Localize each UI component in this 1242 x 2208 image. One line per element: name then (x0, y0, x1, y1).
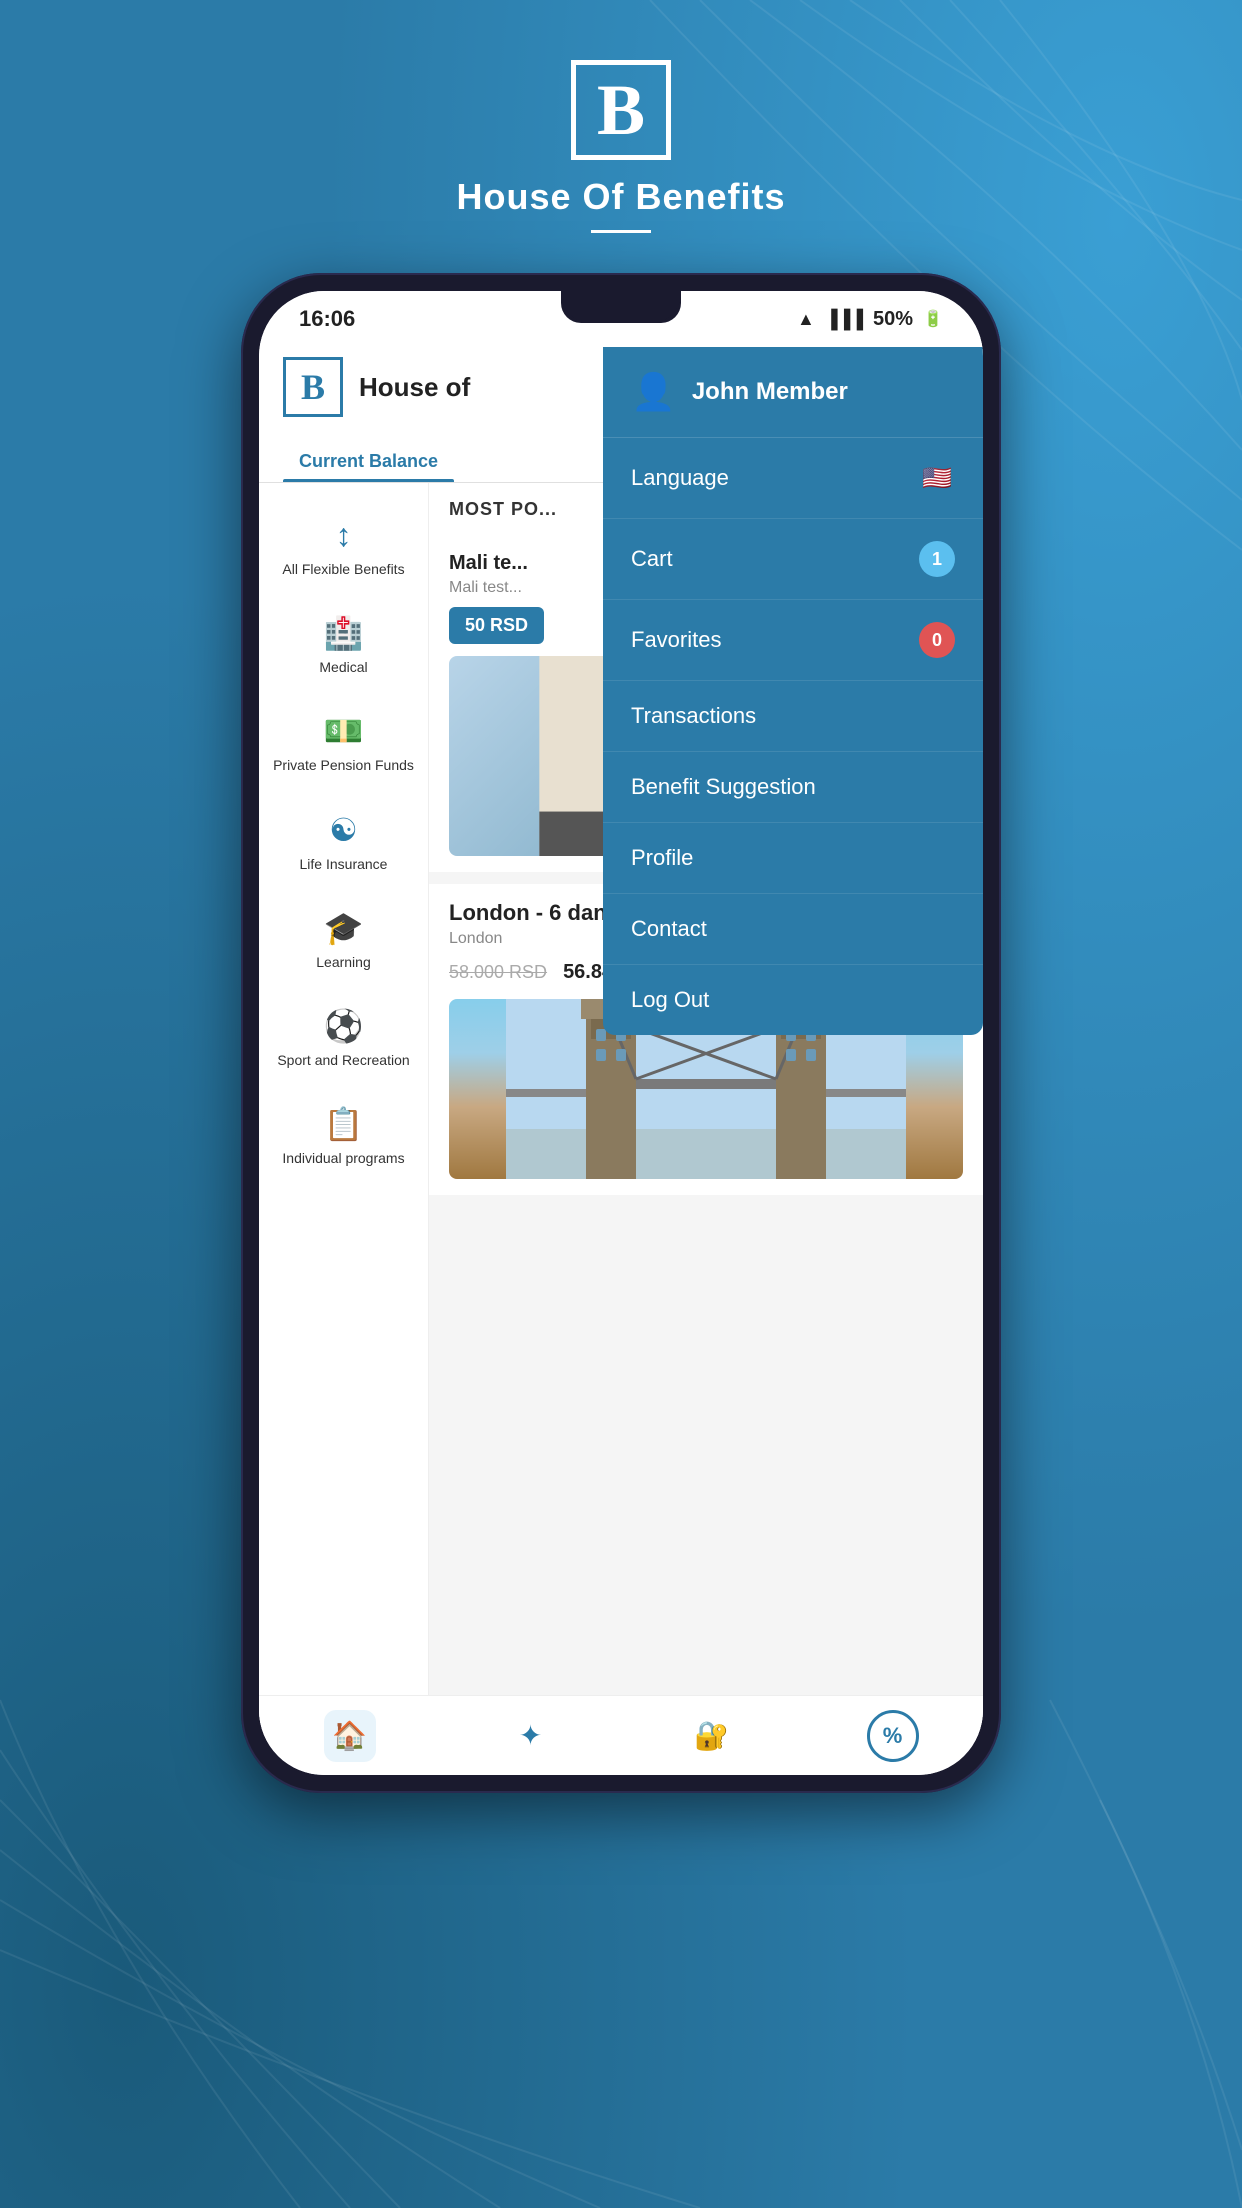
app-title: House Of Benefits (456, 176, 785, 218)
phone-screen: 16:06 ▲ ▐▐▐ 50% 🔋 B House of Current Bal… (259, 291, 983, 1775)
user-avatar-icon: 👤 (631, 371, 676, 413)
menu-item-cart[interactable]: Cart 1 (603, 519, 983, 600)
menu-item-favorites[interactable]: Favorites 0 (603, 600, 983, 681)
phone-frame: 16:06 ▲ ▐▐▐ 50% 🔋 B House of Current Bal… (241, 273, 1001, 1793)
menu-item-profile[interactable]: Profile (603, 823, 983, 894)
menu-item-language[interactable]: Language 🇺🇸 (603, 438, 983, 519)
menu-item-contact[interactable]: Contact (603, 894, 983, 965)
cart-badge: 1 (919, 541, 955, 577)
menu-overlay: 👤 John Member Language 🇺🇸 Cart 1 (259, 291, 983, 1775)
dropdown-menu: 👤 John Member Language 🇺🇸 Cart 1 (603, 347, 983, 1035)
transactions-label: Transactions (631, 703, 756, 729)
app-title-underline (591, 230, 651, 233)
favorites-label: Favorites (631, 627, 721, 653)
language-flag-icon: 🇺🇸 (919, 460, 955, 496)
menu-user-row: 👤 John Member (603, 347, 983, 438)
favorites-badge: 0 (919, 622, 955, 658)
phone-mockup: 16:06 ▲ ▐▐▐ 50% 🔋 B House of Current Bal… (241, 273, 1001, 1793)
profile-label: Profile (631, 845, 693, 871)
cart-label: Cart (631, 546, 673, 572)
menu-item-benefit-suggestion[interactable]: Benefit Suggestion (603, 752, 983, 823)
app-logo: B (571, 60, 671, 160)
logout-label: Log Out (631, 987, 709, 1013)
benefit-suggestion-label: Benefit Suggestion (631, 774, 816, 800)
menu-item-logout[interactable]: Log Out (603, 965, 983, 1035)
app-header: B House Of Benefits (456, 0, 785, 233)
language-label: Language (631, 465, 729, 491)
menu-username: John Member (692, 378, 848, 406)
contact-label: Contact (631, 916, 707, 942)
menu-item-transactions[interactable]: Transactions (603, 681, 983, 752)
